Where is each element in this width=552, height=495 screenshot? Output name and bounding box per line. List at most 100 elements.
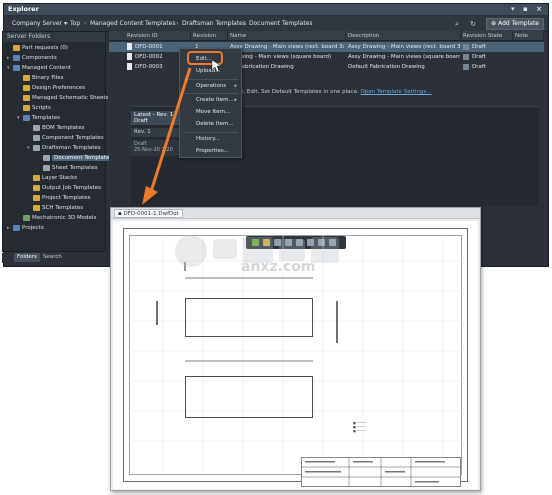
row-description-cell: Assy Drawing - Main views (rect. board 3… bbox=[348, 44, 460, 50]
tree-item-design-preferences[interactable]: Design Preferences bbox=[17, 83, 85, 93]
latest-revision-card[interactable]: Latest - Rev. 1 Draft bbox=[131, 111, 181, 125]
edit-highlight-ring bbox=[187, 51, 223, 65]
tab-folders[interactable]: Folders bbox=[14, 253, 40, 262]
chevron-right-icon: ▸ bbox=[234, 97, 237, 103]
server-folders-panel: Server Folders Part requests (0) ▸ Compon… bbox=[2, 31, 115, 252]
breadcrumb-toolbar: Company Server ▾ › Top › Managed Content… bbox=[4, 16, 548, 32]
server-dropdown[interactable]: Company Server ▾ bbox=[12, 20, 67, 27]
model-icon bbox=[23, 214, 30, 221]
tree-item-mechatronic-3d-models[interactable]: Mechatronic 3D Models bbox=[17, 213, 96, 223]
tree-item-components[interactable]: ▸ Components bbox=[7, 53, 57, 63]
table-row[interactable]: DFD-0001 1 Assy Drawing - Main views (re… bbox=[109, 42, 544, 52]
template-icon bbox=[33, 194, 40, 201]
template-icon bbox=[33, 124, 40, 131]
breadcrumb-draftsman-templates[interactable]: Draftsman Templates bbox=[182, 20, 246, 27]
document-tabbar: ▪ DFD-0001-1.DwfDot bbox=[111, 208, 480, 219]
tree-item-scripts[interactable]: Scripts bbox=[17, 103, 51, 113]
row-description-cell: Default Fabrication Drawing bbox=[348, 64, 425, 70]
tree-item-component-templates[interactable]: Component Templates bbox=[33, 133, 104, 143]
template-icon bbox=[33, 134, 40, 141]
template-icon bbox=[43, 164, 50, 171]
col-name[interactable]: Name bbox=[228, 31, 346, 41]
row-name-cell: ult Fabrication Drawing bbox=[230, 64, 294, 70]
breadcrumb-templates[interactable]: Templates bbox=[145, 20, 176, 27]
state-icon bbox=[463, 63, 469, 70]
col-description[interactable]: Description bbox=[346, 31, 461, 41]
template-icon bbox=[33, 184, 40, 191]
tree-item-project-templates[interactable]: Project Templates bbox=[33, 193, 91, 203]
tree-item-projects[interactable]: ▸ Projects bbox=[7, 223, 44, 233]
search-icon[interactable]: ⌕ bbox=[452, 19, 462, 29]
layers-icon bbox=[33, 174, 40, 181]
folder-icon bbox=[23, 104, 30, 111]
col-note[interactable]: Note bbox=[513, 31, 544, 41]
row-state-cell: Draft bbox=[463, 42, 513, 52]
tree-item-part-requests[interactable]: Part requests (0) bbox=[7, 43, 68, 53]
revision-label[interactable]: Rev. 1 bbox=[131, 128, 181, 137]
chevron-right-icon: ▸ bbox=[234, 83, 237, 89]
info-text: reate, Edit, Set Default Templates in on… bbox=[229, 89, 432, 95]
refresh-icon[interactable]: ↻ bbox=[468, 19, 478, 29]
document-preview-window: ▪ DFD-0001-1.DwfDot ■ ───── ■ ───── ■ ──… bbox=[110, 207, 481, 491]
folder-icon bbox=[13, 224, 20, 231]
tree-item-sch-templates[interactable]: SCH Templates bbox=[33, 203, 83, 213]
document-tab[interactable]: ▪ DFD-0001-1.DwfDot bbox=[114, 209, 183, 218]
folder-icon bbox=[23, 84, 30, 91]
tree-item-sheet-templates[interactable]: Sheet Templates bbox=[43, 163, 98, 173]
template-icon bbox=[33, 144, 40, 151]
document-icon bbox=[127, 43, 132, 50]
folder-icon bbox=[13, 64, 20, 71]
tree-item-templates[interactable]: ▾ Templates bbox=[17, 113, 60, 123]
revision-draft-card[interactable]: Draft 25-Nov-20 1:20 bbox=[131, 140, 181, 156]
row-state-cell: Draft bbox=[463, 52, 513, 62]
menu-item-create-item[interactable]: Create Item... ▸ bbox=[196, 94, 241, 106]
col-revision-state[interactable]: Revision State bbox=[461, 31, 513, 41]
drawing-canvas[interactable]: ■ ───── ■ ───── ■ ───── anxz.com bbox=[113, 221, 478, 489]
row-description-cell: Assy Drawing - Main views (square board) bbox=[348, 54, 460, 60]
folder-icon bbox=[23, 94, 30, 101]
menu-item-operations[interactable]: Operations ▸ bbox=[196, 80, 241, 92]
row-state-cell: Draft bbox=[463, 62, 513, 72]
menu-item-properties[interactable]: Properties... bbox=[196, 145, 241, 157]
tree-item-draftsman-templates[interactable]: ▾ Draftsman Templates bbox=[27, 143, 101, 153]
menu-item-delete-item[interactable]: Delete Item... bbox=[196, 118, 241, 130]
document-icon bbox=[127, 63, 132, 70]
state-icon bbox=[463, 53, 469, 60]
tree-item-bom-templates[interactable]: BOM Templates bbox=[33, 123, 84, 133]
template-icon bbox=[33, 204, 40, 211]
window-title: Explorer bbox=[8, 5, 39, 13]
menu-item-history[interactable]: History... bbox=[196, 133, 241, 145]
add-template-button[interactable]: ⊕ Add Template bbox=[486, 18, 544, 30]
window-controls[interactable]: ▾ ▪ × bbox=[511, 4, 545, 15]
template-settings-link[interactable]: Open Template Settings... bbox=[360, 89, 431, 95]
breadcrumb-top[interactable]: Top bbox=[70, 20, 80, 27]
watermark-text: anxz.com bbox=[241, 259, 316, 275]
tree-item-output-job-templates[interactable]: Output Job Templates bbox=[33, 183, 101, 193]
breadcrumb-document-templates[interactable]: Document Templates bbox=[249, 20, 313, 27]
tree-item-binary-files[interactable]: Binary Files bbox=[17, 73, 64, 83]
folder-icon bbox=[13, 44, 20, 51]
menu-item-move-item[interactable]: Move Item... bbox=[196, 106, 241, 118]
folder-icon bbox=[13, 54, 20, 61]
tab-search[interactable]: Search bbox=[40, 253, 65, 262]
row-name-cell: Drawing - Main views (square board) bbox=[230, 54, 332, 60]
tree-item-managed-content[interactable]: ▾ Managed Content bbox=[7, 63, 71, 73]
sidebar-tabs: Folders Search bbox=[2, 253, 106, 263]
table-header: Revision ID Revision Name Description Re… bbox=[109, 31, 544, 41]
folder-icon bbox=[23, 74, 30, 81]
menu-item-upload[interactable]: Upload... bbox=[196, 65, 241, 77]
server-folders-header: Server Folders bbox=[3, 32, 105, 42]
window-titlebar: Explorer ▾ ▪ × bbox=[4, 4, 548, 15]
tree-item-managed-schematic-sheets[interactable]: Managed Schematic Sheets bbox=[17, 93, 108, 103]
state-icon bbox=[463, 43, 469, 50]
tree-item-layer-stacks[interactable]: Layer Stacks bbox=[33, 173, 77, 183]
breadcrumb-managed-content[interactable]: Managed Content bbox=[90, 20, 143, 27]
template-icon bbox=[43, 154, 50, 161]
col-revision-id[interactable]: Revision ID bbox=[125, 31, 191, 41]
table-row[interactable]: DFD-0003 ult Fabrication Drawing Default… bbox=[109, 62, 544, 72]
row-name-cell: Assy Drawing - Main views (rect. board 3… bbox=[230, 44, 344, 50]
tree-item-document-templates[interactable]: Document Templates bbox=[43, 153, 115, 163]
folder-icon bbox=[23, 114, 30, 121]
col-revision[interactable]: Revision bbox=[191, 31, 228, 41]
table-row[interactable]: DFD-0002 Drawing - Main views (square bo… bbox=[109, 52, 544, 62]
